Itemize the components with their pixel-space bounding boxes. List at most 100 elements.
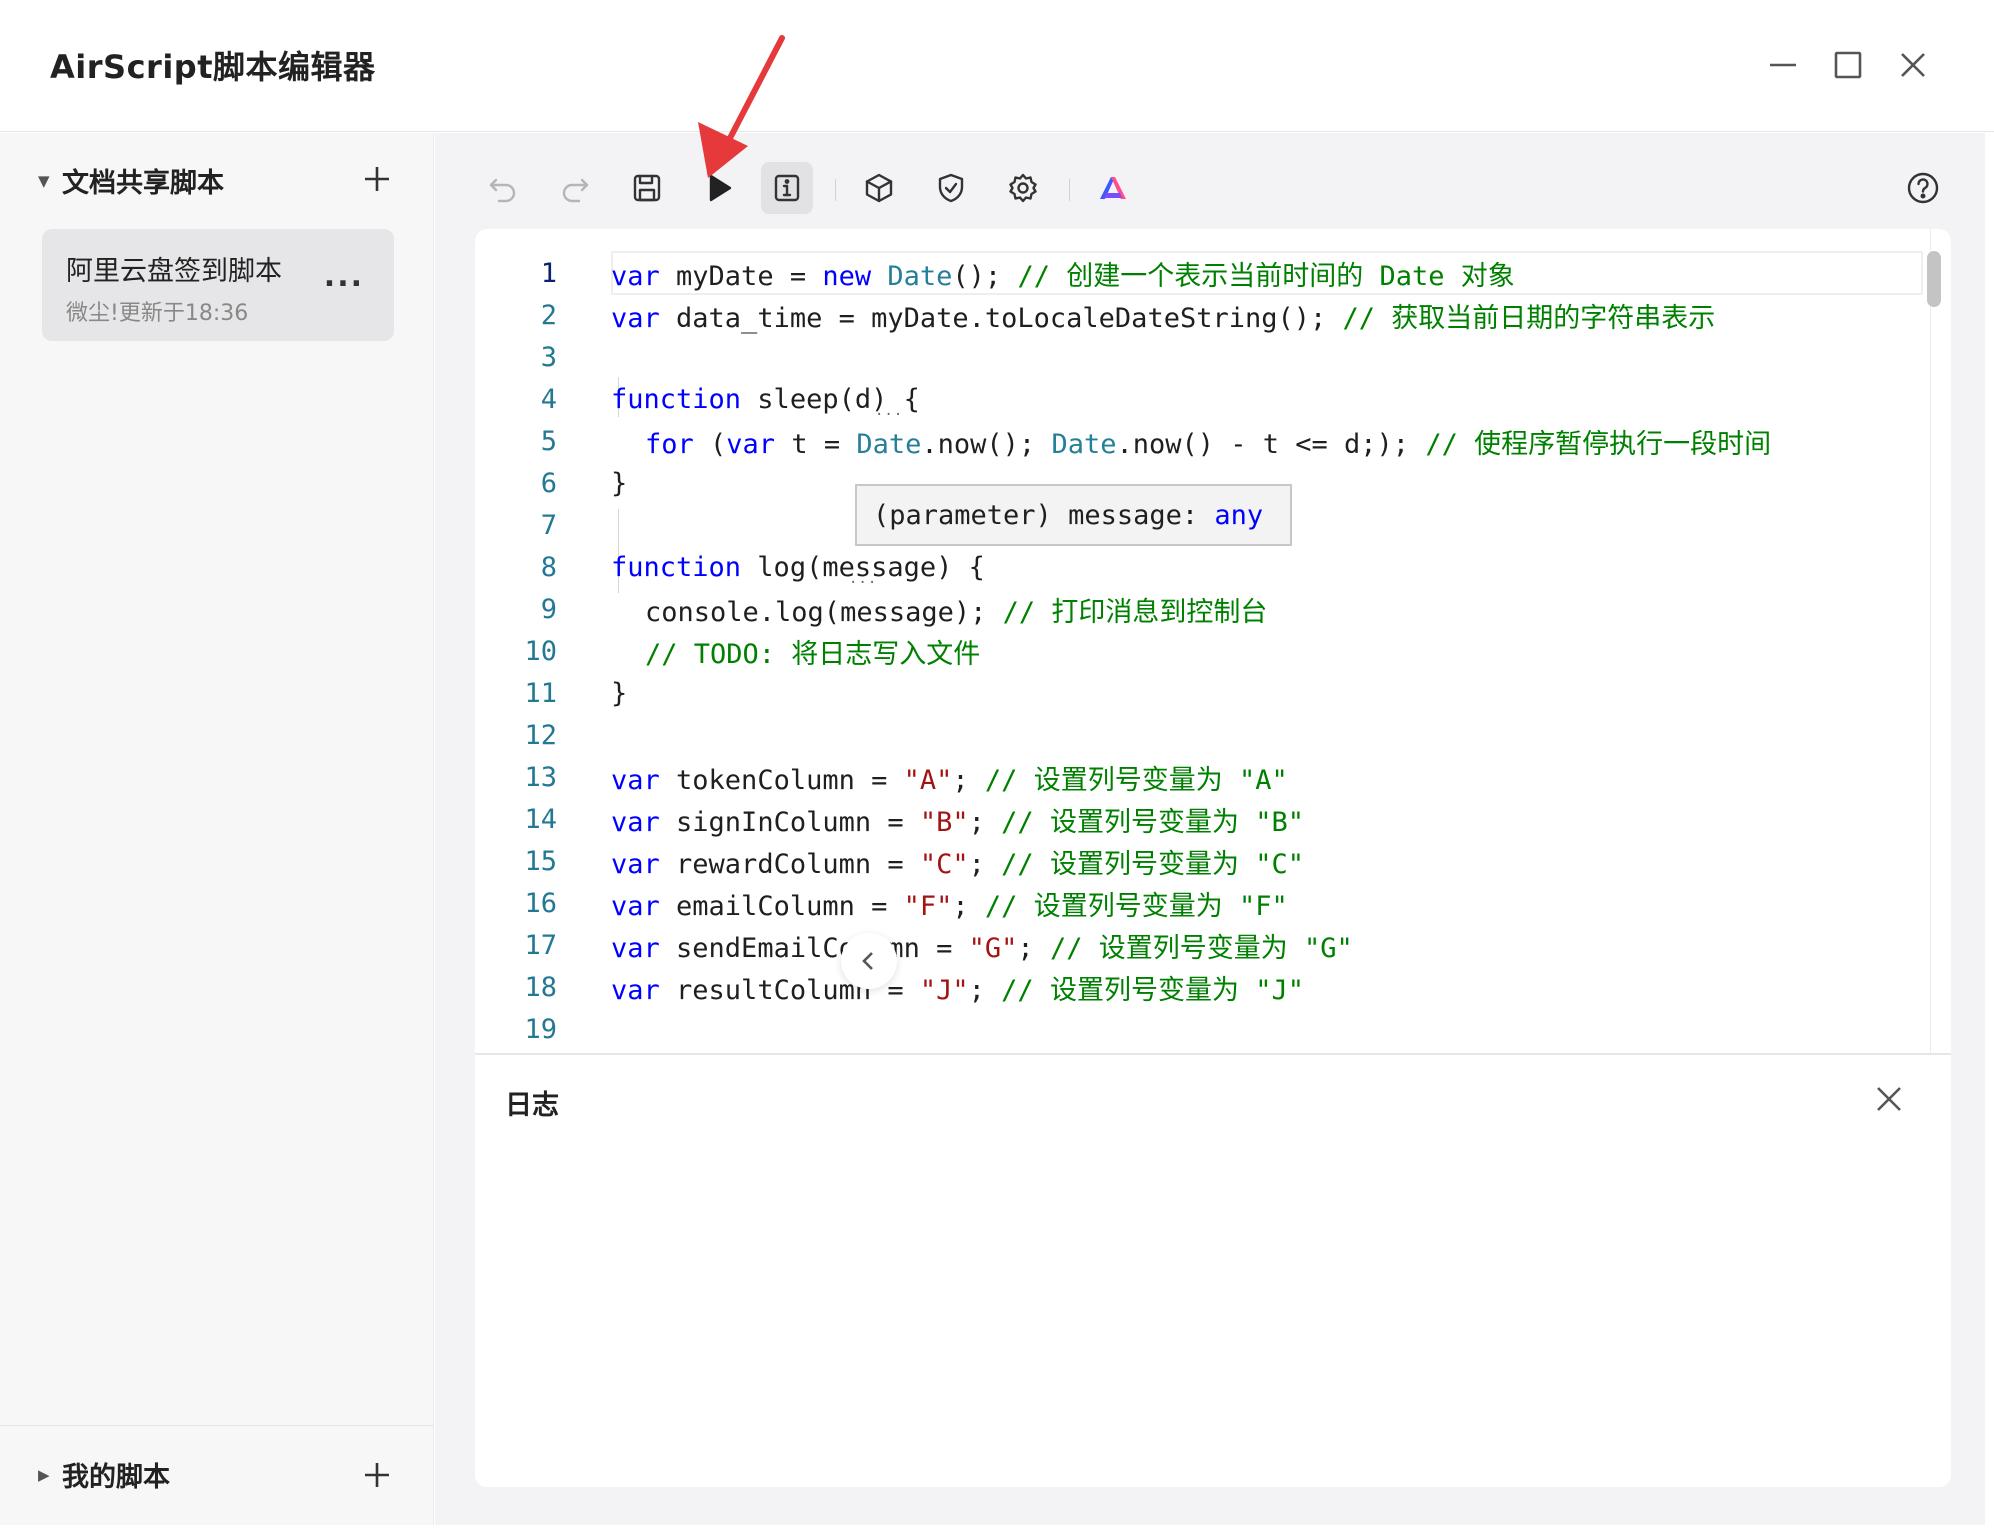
- code-text: }: [611, 467, 628, 499]
- add-my-script-button[interactable]: [357, 1455, 397, 1495]
- parameter-hover-tooltip: (parameter) message: any: [855, 484, 1292, 546]
- code-text: var resultColumn = "J"; // 设置列号变量为 "J": [611, 974, 1304, 1006]
- save-icon: [633, 174, 661, 202]
- security-button[interactable]: [925, 162, 977, 214]
- line-number: 19: [524, 1013, 557, 1045]
- close-window-button[interactable]: [1888, 40, 1938, 90]
- shared-scripts-section[interactable]: ▼ 文档共享脚本: [38, 161, 224, 200]
- help-button[interactable]: [1897, 162, 1949, 214]
- line-number: 14: [524, 803, 557, 835]
- code-line: 3: [475, 336, 1951, 378]
- triangle-down-icon: ▼: [38, 171, 50, 190]
- triangle-right-icon: ▶: [38, 1465, 50, 1484]
- code-text: console.log(message); // 打印消息到控制台: [645, 596, 1268, 628]
- code-line: 19: [475, 1008, 1951, 1050]
- log-panel-title: 日志: [505, 1090, 559, 1121]
- ai-assistant-button[interactable]: [1087, 162, 1139, 214]
- line-number: 10: [524, 635, 557, 667]
- code-text: // TODO: 将日志写入文件: [645, 638, 981, 670]
- line-number: 16: [524, 887, 557, 919]
- line-number: 18: [524, 971, 557, 1003]
- plus-icon: [365, 1463, 389, 1487]
- save-button[interactable]: [621, 162, 673, 214]
- run-icon: [709, 174, 732, 202]
- info-icon: [774, 174, 800, 202]
- maximize-icon: [1834, 51, 1862, 79]
- toolbar: [435, 153, 1985, 223]
- line-number: 8: [540, 551, 557, 583]
- code-line: 8 function log(message) {: [475, 546, 1951, 588]
- toolbar-separator: [835, 179, 836, 201]
- code-text: var emailColumn = "F"; // 设置列号变量为 "F": [611, 890, 1288, 922]
- close-icon: [1901, 53, 1925, 77]
- line-number: 9: [540, 593, 557, 625]
- main-area: 1 var myDate = new Date(); // 创建一个表示当前时间…: [435, 133, 1985, 1525]
- undo-icon: [489, 178, 516, 203]
- my-scripts-section[interactable]: ▶ 我的脚本: [38, 1455, 170, 1494]
- code-line: 12: [475, 714, 1951, 756]
- line-number: 1: [540, 257, 557, 289]
- line-number: 15: [524, 845, 557, 877]
- script-item-subtitle: 微尘!更新于18:36: [66, 301, 249, 326]
- code-text: for (var t = Date.now(); Date.now() - t …: [645, 428, 1772, 460]
- add-shared-script-button[interactable]: [357, 159, 397, 199]
- code-line: 17 var sendEmailColumn = "G"; // 设置列号变量为…: [475, 924, 1951, 966]
- toolbar-separator: [1069, 179, 1070, 201]
- package-icon: [865, 173, 893, 203]
- code-text: }: [611, 677, 628, 709]
- settings-button[interactable]: [997, 162, 1049, 214]
- code-line: 14 var signInColumn = "B"; // 设置列号变量为 "B…: [475, 798, 1951, 840]
- line-number: 11: [524, 677, 557, 709]
- code-text: function sleep(d) {: [611, 383, 920, 415]
- close-log-button[interactable]: [1867, 1077, 1911, 1121]
- code-editor[interactable]: 1 var myDate = new Date(); // 创建一个表示当前时间…: [475, 229, 1951, 1053]
- info-button[interactable]: [761, 162, 813, 214]
- line-number: 5: [540, 425, 557, 457]
- code-line: 4 function sleep(d) {: [475, 378, 1951, 420]
- brand-logo-icon: [1100, 177, 1126, 199]
- title-bar: AirScript脚本编辑器: [0, 0, 1994, 132]
- window-title: AirScript脚本编辑器: [50, 48, 376, 86]
- help-icon: [1907, 172, 1939, 204]
- more-options-icon[interactable]: ...: [324, 259, 364, 294]
- minimize-button[interactable]: [1758, 40, 1808, 90]
- my-scripts-label: 我的脚本: [62, 1462, 170, 1493]
- code-text: var signInColumn = "B"; // 设置列号变量为 "B": [611, 806, 1304, 838]
- code-text: var tokenColumn = "A"; // 设置列号变量为 "A": [611, 764, 1288, 796]
- code-line: 15 var rewardColumn = "C"; // 设置列号变量为 "C…: [475, 840, 1951, 882]
- app-window: AirScript脚本编辑器 ▼ 文档共享脚本 阿里云盘签到脚本 微尘!更新于1…: [0, 0, 1994, 1534]
- code-line: 1 var myDate = new Date(); // 创建一个表示当前时间…: [475, 252, 1951, 294]
- line-number: 12: [524, 719, 557, 751]
- code-text: var sendEmailColumn = "G"; // 设置列号变量为 "G…: [611, 932, 1353, 964]
- inlay-hint-marker: ···: [849, 575, 878, 591]
- code-line: 11 }: [475, 672, 1951, 714]
- redo-icon: [562, 178, 589, 203]
- code-text: var myDate = new Date(); // 创建一个表示当前时间的 …: [611, 260, 1515, 292]
- line-number: 6: [540, 467, 557, 499]
- code-line: 2 var data_time = myDate.toLocaleDateStr…: [475, 294, 1951, 336]
- package-button[interactable]: [853, 162, 905, 214]
- script-item-title: 阿里云盘签到脚本: [66, 256, 282, 287]
- undo-button[interactable]: [477, 162, 529, 214]
- plus-icon: [365, 167, 389, 191]
- code-line: 9 console.log(message); // 打印消息到控制台: [475, 588, 1951, 630]
- chevron-left-icon: [862, 952, 873, 970]
- shield-icon: [938, 173, 964, 203]
- collapse-sidebar-button[interactable]: [841, 933, 897, 989]
- inlay-hint-marker: ···: [875, 407, 904, 423]
- code-line: 10 // TODO: 将日志写入文件: [475, 630, 1951, 672]
- code-text: var data_time = myDate.toLocaleDateStrin…: [611, 302, 1716, 334]
- maximize-button[interactable]: [1823, 40, 1873, 90]
- line-number: 3: [540, 341, 557, 373]
- line-number: 2: [540, 299, 557, 331]
- log-panel: 日志: [475, 1053, 1951, 1487]
- script-item-aliyun-signin[interactable]: 阿里云盘签到脚本 微尘!更新于18:36 ...: [42, 229, 394, 341]
- code-text: function log(message) {: [611, 551, 985, 583]
- code-line: 18 var resultColumn = "J"; // 设置列号变量为 "J…: [475, 966, 1951, 1008]
- gear-icon: [1009, 173, 1037, 203]
- shared-scripts-label: 文档共享脚本: [62, 168, 224, 199]
- redo-button[interactable]: [549, 162, 601, 214]
- minimize-icon: [1770, 63, 1796, 67]
- run-button[interactable]: [693, 162, 745, 214]
- code-line: 13 var tokenColumn = "A"; // 设置列号变量为 "A": [475, 756, 1951, 798]
